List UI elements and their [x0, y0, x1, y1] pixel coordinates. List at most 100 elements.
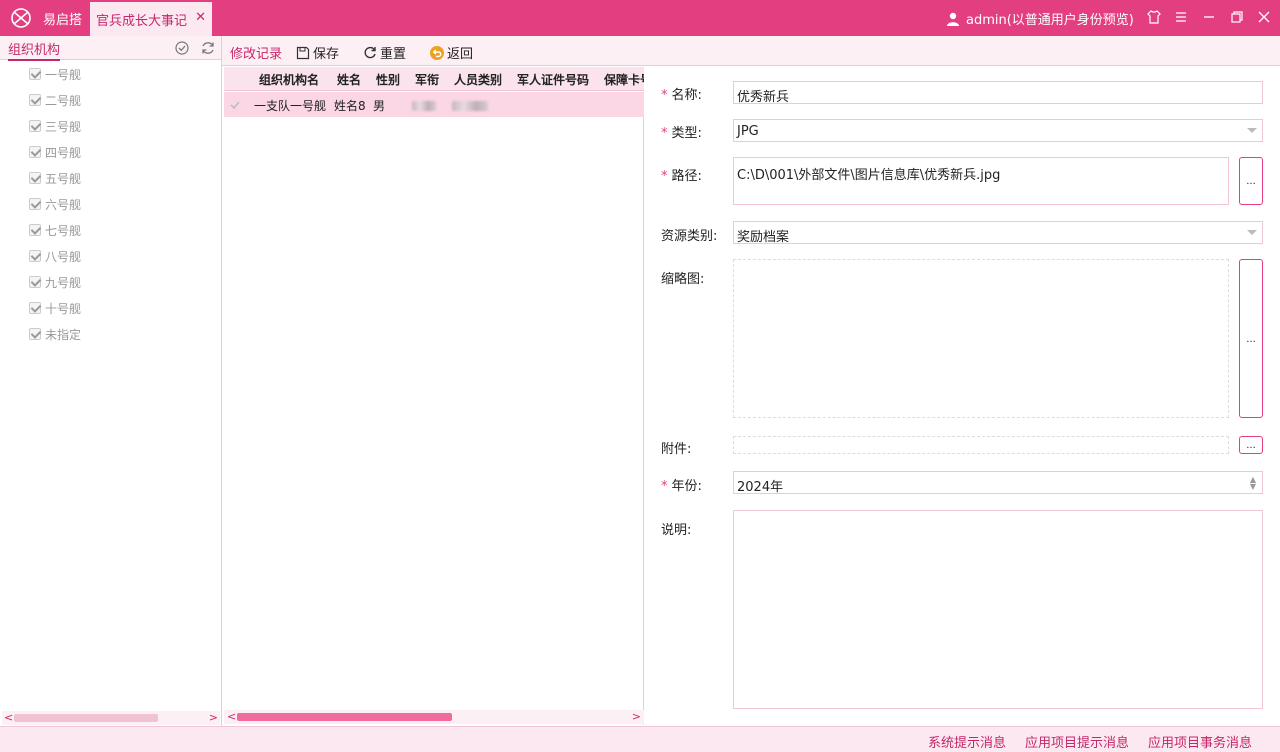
tree-item-label: 一号舰 [45, 68, 82, 82]
type-label: * 类型: [661, 126, 702, 141]
col-military-id[interactable]: 军人证件号码 [517, 71, 597, 88]
save-icon [296, 46, 310, 60]
checkbox[interactable] [29, 94, 41, 106]
user-info[interactable]: admin(以普通用户身份预览) [946, 9, 1134, 28]
checkbox[interactable] [29, 146, 41, 158]
tree-item-label: 十号舰 [45, 302, 82, 316]
refresh-icon[interactable] [200, 40, 216, 56]
chevron-down-icon [1247, 230, 1257, 235]
title-bar: 易启搭 官兵成长大事记 ✕ admin(以普通用户身份预览) [0, 0, 1280, 36]
back-button[interactable]: 返回 [430, 43, 473, 62]
checkbox[interactable] [29, 172, 41, 184]
scroll-right-icon[interactable]: > [209, 711, 218, 725]
scroll-thumb[interactable] [237, 713, 452, 721]
edit-form: * 名称: 优秀新兵 * 类型: JPG * 路径: C:\D\001\外部文件\图片… [647, 67, 1280, 725]
resource-type-select[interactable]: 奖励档案 [733, 221, 1263, 245]
checkbox[interactable] [29, 198, 41, 210]
path-field[interactable]: C:\D\001\外部文件\图片信息库\优秀新兵.jpg [733, 157, 1229, 205]
tree-item[interactable]: 十号舰 [0, 295, 221, 321]
grid-h-scrollbar[interactable]: < > [224, 710, 644, 724]
description-label: 说明: [661, 523, 692, 538]
toolbar: 修改记录 保存 重置 返回 [222, 36, 1280, 66]
check-all-icon[interactable] [174, 40, 190, 56]
close-tab-icon[interactable]: ✕ [195, 10, 206, 25]
org-panel-header: 组织机构 [0, 36, 221, 61]
left-h-scrollbar[interactable]: < > [2, 711, 220, 725]
tree-item-label: 三号舰 [45, 120, 82, 134]
type-select[interactable]: JPG [733, 119, 1263, 142]
table-row[interactable]: 一支队一号舰 姓名8 男 [224, 92, 644, 117]
system-message-link[interactable]: 系统提示消息 [928, 732, 1006, 751]
checkbox[interactable] [29, 68, 41, 80]
col-gender[interactable]: 性别 [376, 71, 406, 88]
tree-item[interactable]: 五号舰 [0, 165, 221, 191]
tree-item[interactable]: 七号舰 [0, 217, 221, 243]
save-label: 保存 [313, 47, 340, 62]
name-field[interactable]: 优秀新兵 [733, 81, 1263, 105]
scroll-thumb[interactable] [14, 714, 158, 722]
save-button[interactable]: 保存 [296, 43, 339, 62]
app-message-link[interactable]: 应用项目提示消息 [1025, 732, 1129, 751]
menu-icon[interactable] [1173, 9, 1189, 25]
minimize-icon[interactable] [1201, 9, 1217, 25]
checkbox[interactable] [29, 250, 41, 262]
tree-item[interactable]: 六号舰 [0, 191, 221, 217]
reset-icon [364, 46, 376, 59]
reset-label: 重置 [380, 47, 407, 62]
app-name[interactable]: 易启搭 [43, 9, 82, 28]
scroll-left-icon[interactable]: < [227, 710, 236, 724]
app-task-link[interactable]: 应用项目事务消息 [1148, 732, 1252, 751]
tree-item[interactable]: 未指定 [0, 321, 221, 347]
org-panel: 组织机构 一号舰二号舰三号舰四号舰五号舰六号舰 七号舰 八号舰九号舰十号舰未指定 <… [0, 36, 222, 726]
reset-button[interactable]: 重置 [363, 43, 406, 62]
attachment-field[interactable] [733, 436, 1229, 454]
checkbox[interactable] [29, 120, 41, 132]
tree-item[interactable]: 二号舰 [0, 87, 221, 113]
browse-attachment-button[interactable]: ... [1239, 436, 1263, 454]
browse-path-button[interactable]: ... [1239, 157, 1263, 205]
year-spinner[interactable]: 2024年 ▲ ▼ [733, 471, 1263, 495]
user-icon [947, 12, 959, 26]
org-tree: 一号舰二号舰三号舰四号舰五号舰六号舰 七号舰 八号舰九号舰十号舰未指定 [0, 61, 221, 347]
tree-item-label: 九号舰 [45, 276, 82, 290]
col-name[interactable]: 姓名 [337, 71, 367, 88]
cell-rank-blurred [412, 100, 436, 114]
app-logo-icon [11, 8, 31, 28]
restore-icon[interactable] [1229, 9, 1245, 25]
skin-icon[interactable] [1146, 9, 1162, 25]
checkbox[interactable] [29, 224, 41, 236]
col-org-name[interactable]: 组织机构名 [259, 71, 329, 88]
tree-item[interactable]: 四号舰 [0, 139, 221, 165]
description-textarea[interactable] [733, 510, 1263, 709]
tree-item-label: 二号舰 [45, 94, 82, 108]
col-personnel-type[interactable]: 人员类别 [454, 71, 510, 88]
cell-name: 姓名8 [334, 99, 366, 113]
edit-log-link[interactable]: 修改记录 [230, 43, 282, 62]
back-icon [430, 46, 444, 60]
back-label: 返回 [447, 47, 474, 62]
org-panel-title[interactable]: 组织机构 [8, 39, 61, 61]
col-rank[interactable]: 军衔 [415, 71, 445, 88]
resource-type-label: 资源类别: [661, 229, 718, 244]
close-window-icon[interactable] [1256, 9, 1272, 25]
col-card-no[interactable]: 保障卡号 [604, 71, 644, 88]
tab-growth-events[interactable]: 官兵成长大事记 ✕ [90, 2, 212, 36]
tree-item[interactable]: 三号舰 [0, 113, 221, 139]
tree-item[interactable]: 九号舰 [0, 269, 221, 295]
scroll-left-icon[interactable]: < [4, 711, 13, 725]
spinner-arrows-icon: ▲ ▼ [1249, 475, 1256, 491]
cell-gender: 男 [373, 99, 386, 113]
thumbnail-box[interactable] [733, 259, 1229, 418]
attachment-label: 附件: [661, 442, 692, 457]
scroll-right-icon[interactable]: > [632, 710, 641, 724]
thumbnail-label: 缩略图: [661, 272, 705, 287]
row-check-icon[interactable] [229, 99, 241, 111]
checkbox[interactable] [29, 276, 41, 288]
checkbox[interactable] [29, 302, 41, 314]
chevron-down-icon [1247, 128, 1257, 133]
browse-thumbnail-button[interactable]: ... [1239, 259, 1263, 418]
checkbox[interactable] [29, 328, 41, 340]
tree-item[interactable]: 一号舰 [0, 61, 221, 87]
tree-item[interactable]: 八号舰 [0, 243, 221, 269]
tree-item-label: 五号舰 [45, 172, 82, 186]
